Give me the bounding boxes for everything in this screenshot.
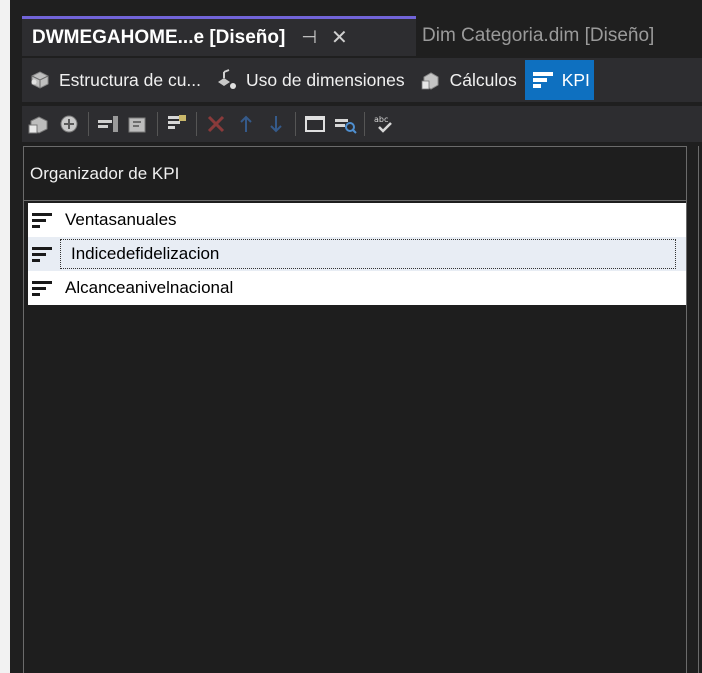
move-down-icon[interactable] bbox=[263, 111, 289, 137]
tab-dim-categoria[interactable]: Dim Categoria.dim [Diseño] bbox=[416, 16, 702, 56]
new-kpi-icon[interactable] bbox=[95, 111, 121, 137]
browse-icon[interactable] bbox=[56, 111, 82, 137]
list-item-label-wrap: Alcanceanivelnacional bbox=[54, 273, 233, 303]
left-edge bbox=[0, 0, 10, 673]
list-item-label: Indicedefidelizacion bbox=[71, 244, 220, 263]
list-item[interactable]: Ventasanuales bbox=[28, 203, 686, 237]
delete-icon[interactable] bbox=[203, 111, 229, 137]
cube-structure-icon bbox=[28, 68, 52, 92]
svg-text:abc: abc bbox=[374, 115, 388, 124]
tab-cube-designer[interactable]: DWMEGAHOME...e [Diseño] ⊣ ✕ bbox=[22, 16, 416, 56]
tab-label: Estructura de cu... bbox=[59, 69, 202, 90]
browser-view-icon[interactable] bbox=[332, 111, 358, 137]
tab-cube-structure[interactable]: Estructura de cu... bbox=[22, 60, 209, 100]
tab-kpi[interactable]: KPI bbox=[524, 60, 594, 100]
form-view-icon[interactable] bbox=[164, 111, 190, 137]
toolbar-separator bbox=[88, 112, 89, 136]
calculations-icon bbox=[419, 68, 443, 92]
toolbar-separator bbox=[157, 112, 158, 136]
toolbar-separator bbox=[364, 112, 365, 136]
list-item-label-wrap: Ventasanuales bbox=[54, 205, 177, 235]
process-icon[interactable] bbox=[26, 111, 52, 137]
kpi-toolbar: abc bbox=[22, 106, 702, 142]
kpi-list: Ventasanuales Indicedefidelizacion Alcan… bbox=[28, 203, 686, 305]
tab-title: Dim Categoria.dim [Diseño] bbox=[422, 25, 655, 46]
tab-dimension-usage[interactable]: Uso de dimensiones bbox=[209, 60, 413, 100]
tab-label: KPI bbox=[561, 69, 590, 90]
kpi-organizer-pane: Organizador de KPI Ventasanuales Indiced… bbox=[23, 146, 687, 673]
new-calc-icon[interactable] bbox=[125, 111, 151, 137]
kpi-icon bbox=[32, 245, 54, 263]
kpi-icon bbox=[531, 68, 555, 92]
close-icon[interactable]: ✕ bbox=[331, 25, 348, 50]
spellcheck-icon[interactable]: abc bbox=[371, 111, 397, 137]
list-item-label: Ventasanuales bbox=[65, 210, 177, 229]
tab-label: Uso de dimensiones bbox=[246, 69, 405, 90]
toolbar-separator bbox=[196, 112, 197, 136]
designer-tabs: Estructura de cu... Uso de dimensiones C… bbox=[22, 58, 702, 102]
kpi-icon bbox=[32, 279, 54, 297]
pane-title-text: Organizador de KPI bbox=[30, 163, 180, 183]
pin-icon[interactable]: ⊣ bbox=[301, 27, 317, 48]
pane-title: Organizador de KPI bbox=[24, 147, 686, 201]
dimension-usage-icon bbox=[215, 68, 239, 92]
list-item-label: Alcanceanivelnacional bbox=[65, 278, 234, 297]
window: DWMEGAHOME...e [Diseño] ⊣ ✕ Dim Categori… bbox=[0, 0, 702, 673]
list-item[interactable]: Alcanceanivelnacional bbox=[28, 271, 686, 305]
tab-label: Cálculos bbox=[449, 69, 517, 90]
document-area: DWMEGAHOME...e [Diseño] ⊣ ✕ Dim Categori… bbox=[10, 0, 702, 673]
document-tab-strip: DWMEGAHOME...e [Diseño] ⊣ ✕ Dim Categori… bbox=[10, 12, 702, 56]
kpi-icon bbox=[32, 211, 54, 229]
right-pane-edge bbox=[698, 146, 702, 673]
list-item[interactable]: Indicedefidelizacion bbox=[28, 237, 686, 271]
tab-title: DWMEGAHOME...e [Diseño] bbox=[32, 26, 286, 48]
tab-calculations[interactable]: Cálculos bbox=[413, 60, 525, 100]
toolbar-separator bbox=[295, 112, 296, 136]
window-icon[interactable] bbox=[302, 111, 328, 137]
list-item-label-wrap: Indicedefidelizacion bbox=[60, 239, 676, 269]
move-up-icon[interactable] bbox=[233, 111, 259, 137]
